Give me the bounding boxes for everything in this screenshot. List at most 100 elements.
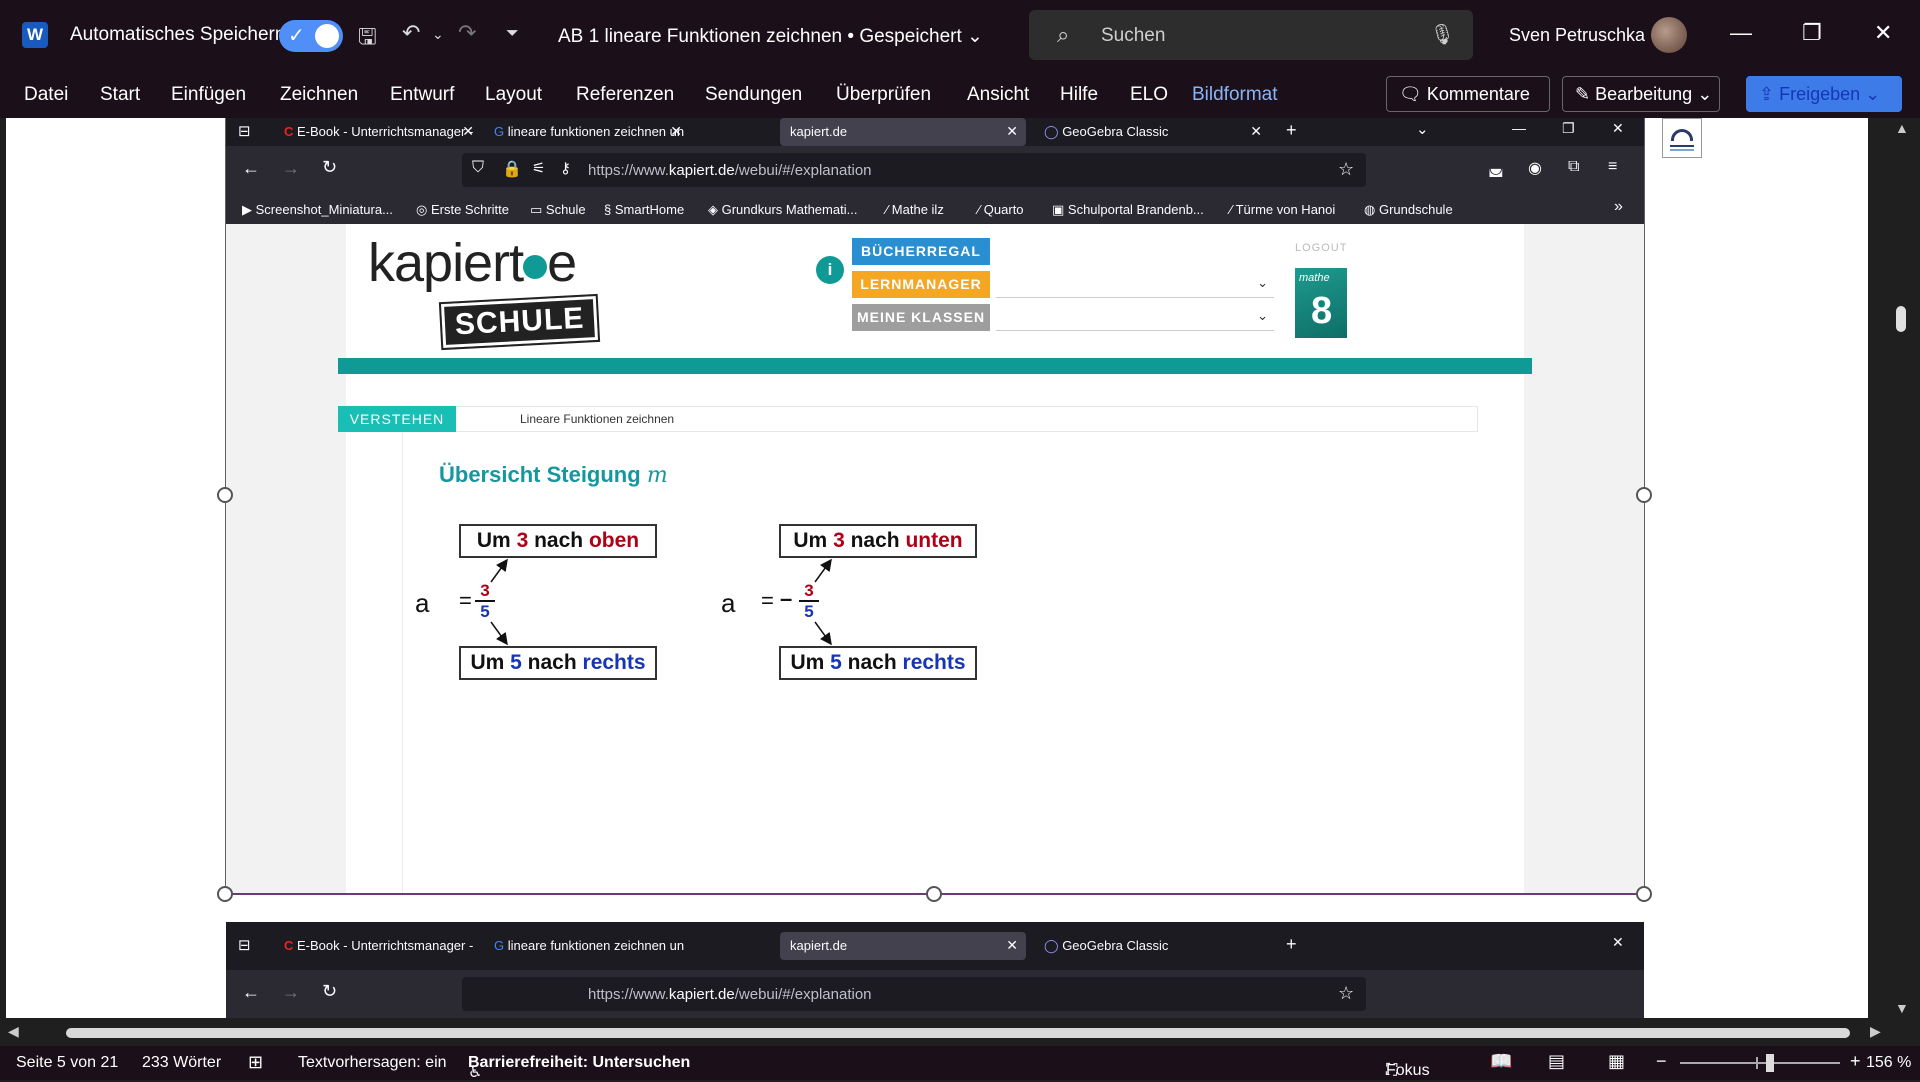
share-button[interactable]: ⇪ Freigeben ⌄	[1746, 76, 1902, 112]
bookmark-folder[interactable]: ▭ Schule	[530, 202, 586, 218]
url-bar[interactable]: ⛉ 🔒 ⚟ ⚷ https://www.kapiert.de/webui/#/e…	[462, 153, 1366, 187]
bookmark-item[interactable]: § SmartHome	[604, 202, 684, 217]
read-mode-icon[interactable]: 📖	[1490, 1051, 1512, 1072]
user-name[interactable]: Sven Petruschka	[1509, 25, 1645, 46]
tab-layout[interactable]: Layout	[485, 84, 542, 106]
browser-close-icon[interactable]: ✕	[1612, 934, 1624, 951]
web-layout-icon[interactable]: ▦	[1608, 1051, 1625, 1072]
accessibility-status[interactable]: ♿ Barrierefreiheit: Untersuchen	[468, 1054, 690, 1081]
permissions-icon[interactable]: ⚟	[532, 159, 545, 177]
scroll-up-icon[interactable]: ▲	[1895, 120, 1909, 136]
scroll-left-icon[interactable]: ◀	[8, 1023, 19, 1040]
tab-datei[interactable]: Datei	[24, 84, 68, 106]
tab-elo[interactable]: ELO	[1130, 84, 1168, 106]
reload-icon[interactable]: ↻	[322, 157, 337, 178]
browser-tab-kapiert[interactable]: kapiert.de ✕	[780, 118, 1026, 146]
tab-overflow-icon[interactable]: ⌄	[1416, 120, 1429, 138]
tab-ansicht[interactable]: Ansicht	[967, 84, 1029, 106]
close-tab-icon[interactable]: ✕	[670, 123, 682, 140]
close-tab-icon[interactable]: ✕	[1006, 123, 1018, 140]
new-tab-icon[interactable]: +	[1286, 934, 1297, 955]
redo-icon[interactable]: ↷	[458, 20, 476, 46]
restore-icon[interactable]: ❐	[1802, 20, 1822, 46]
undo-icon[interactable]: ↶	[402, 20, 420, 46]
lock-icon[interactable]: 🔒	[502, 159, 522, 179]
comments-button[interactable]: 🗨 Kommentare	[1386, 76, 1550, 112]
learnmanager-button[interactable]: LERNMANAGER	[852, 271, 990, 298]
classes-select[interactable]: ⌄	[996, 304, 1274, 331]
zoom-level[interactable]: 156 %	[1866, 1054, 1911, 1072]
new-tab-icon[interactable]: +	[1286, 120, 1297, 141]
classes-button[interactable]: MEINE KLASSEN	[852, 304, 990, 331]
shield-icon[interactable]: ⛉	[472, 159, 484, 177]
bookmark-item[interactable]: ◎ Erste Schritte	[416, 202, 509, 218]
embedded-screenshot-image[interactable]: ⊟ C E-Book - Unterrichtsmanager - ✕ G li…	[226, 118, 1644, 894]
back-icon[interactable]: ←	[242, 982, 260, 1003]
microphone-icon[interactable]: 🎙	[1430, 22, 1455, 47]
resize-handle-bottom[interactable]	[926, 886, 942, 902]
bookmark-star-icon[interactable]: ☆	[1338, 983, 1354, 1004]
browser-close-icon[interactable]: ✕	[1612, 120, 1624, 137]
bookmark-item[interactable]: ◍ Grundschule	[1364, 202, 1453, 218]
browser-tab-kapiert[interactable]: kapiert.de ✕	[780, 932, 1026, 960]
word-count[interactable]: 233 Wörter	[142, 1054, 221, 1072]
resize-handle-right[interactable]	[1636, 487, 1652, 503]
tab-zeichnen[interactable]: Zeichnen	[280, 84, 358, 106]
scroll-right-icon[interactable]: ▶	[1870, 1023, 1881, 1040]
editing-mode-button[interactable]: ✎ Bearbeitung ⌄	[1562, 76, 1720, 112]
close-tab-icon[interactable]: ✕	[462, 123, 474, 140]
bookmark-item[interactable]: ⁄ Quarto	[978, 202, 1024, 217]
scroll-down-icon[interactable]: ▼	[1895, 1000, 1909, 1016]
bookmark-item[interactable]: ⁄ Mathe ilz	[886, 202, 944, 217]
browser-tab-google[interactable]: G lineare funktionen zeichnen un ✕	[494, 118, 690, 146]
tab-verstehen[interactable]: VERSTEHEN	[338, 406, 456, 432]
browser-tab-ebook[interactable]: C E-Book - Unterrichtsmanager -	[284, 932, 482, 960]
logout-link[interactable]: LOGOUT	[1295, 242, 1347, 254]
page-count[interactable]: Seite 5 von 21	[16, 1054, 118, 1072]
book-icon[interactable]: ⊞	[248, 1052, 263, 1073]
avatar[interactable]	[1651, 17, 1687, 53]
bookmark-star-icon[interactable]: ☆	[1338, 159, 1354, 180]
text-predictions[interactable]: Textvorhersagen: ein	[298, 1054, 447, 1072]
zoom-handle[interactable]	[1766, 1054, 1774, 1072]
customize-toolbar-icon[interactable]: ⏷	[506, 25, 519, 43]
extensions-icon[interactable]: ⧉	[1568, 158, 1579, 176]
tab-sendungen[interactable]: Sendungen	[705, 84, 802, 106]
bookmark-item[interactable]: ◈ Grundkurs Mathemati...	[708, 202, 857, 218]
tab-start[interactable]: Start	[100, 84, 140, 106]
resize-handle-bottom-right[interactable]	[1636, 886, 1652, 902]
close-tab-icon[interactable]: ✕	[1006, 937, 1018, 954]
learnmanager-select[interactable]: ⌄	[996, 271, 1274, 298]
tab-list-icon[interactable]: ⊟	[238, 122, 251, 140]
search-box[interactable]: ⌕ Suchen 🎙	[1029, 10, 1473, 60]
browser-tab-google[interactable]: G lineare funktionen zeichnen un	[494, 932, 690, 960]
forward-icon[interactable]: →	[282, 982, 300, 1003]
scroll-thumb[interactable]	[66, 1028, 1850, 1038]
tab-list-icon[interactable]: ⊟	[238, 936, 251, 954]
tab-hilfe[interactable]: Hilfe	[1060, 84, 1098, 106]
bookmark-item[interactable]: ▶ Screenshot_Miniatura...	[242, 202, 393, 218]
kapiert-logo[interactable]: kapiert e	[368, 232, 577, 294]
browser-minimize-icon[interactable]: —	[1512, 120, 1526, 136]
resize-handle-left[interactable]	[217, 487, 233, 503]
layout-options-icon[interactable]	[1662, 118, 1702, 158]
menu-icon[interactable]: ≡	[1608, 158, 1617, 176]
tab-entwurf[interactable]: Entwurf	[390, 84, 454, 106]
autosave-toggle[interactable]: ✓	[279, 20, 343, 52]
reload-icon[interactable]: ↻	[322, 981, 337, 1002]
horizontal-scrollbar[interactable]: ◀ ▶	[0, 1018, 1884, 1046]
pocket-icon[interactable]: ◛	[1488, 158, 1504, 178]
minimize-icon[interactable]: —	[1730, 20, 1752, 46]
book-cover[interactable]: mathe 8	[1295, 268, 1347, 338]
browser-tab-geogebra[interactable]: ◯ GeoGebra Classic ✕	[1034, 118, 1270, 146]
tab-ueberpruefen[interactable]: Überprüfen	[836, 84, 931, 106]
bookmarks-overflow-icon[interactable]: »	[1614, 198, 1623, 216]
vertical-scrollbar[interactable]: ▲ ▼	[1884, 118, 1920, 1018]
tab-bildformat[interactable]: Bildformat	[1192, 84, 1278, 106]
scroll-thumb[interactable]	[1896, 306, 1906, 332]
close-icon[interactable]: ✕	[1874, 20, 1892, 46]
bookmark-item[interactable]: ⁄ Türme von Hanoi	[1230, 202, 1335, 217]
zoom-slider[interactable]	[1680, 1054, 1840, 1072]
account-icon[interactable]: ◉	[1528, 158, 1542, 178]
undo-dropdown-icon[interactable]: ⌄	[432, 26, 444, 43]
